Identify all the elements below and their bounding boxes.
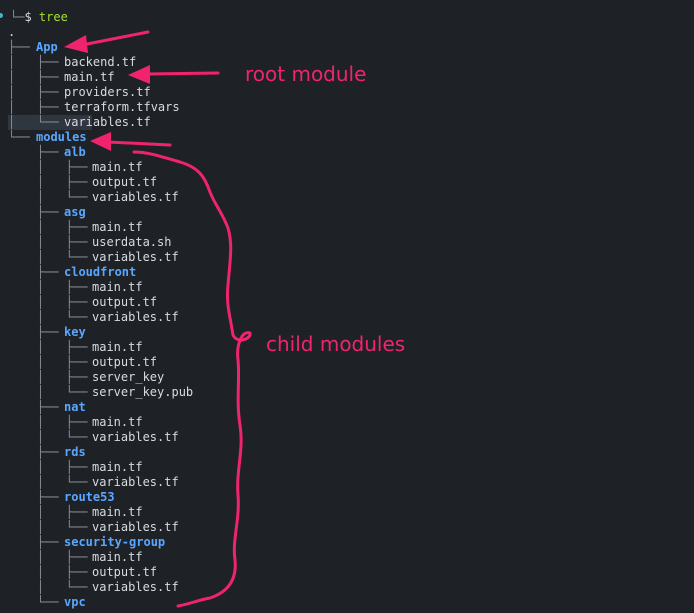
tree-guide: ├── [8,265,66,279]
tree-directory: cloudfront [64,265,137,279]
tree-guide: │ ├── [8,280,95,294]
tree-file: variables.tf [92,310,179,324]
tree-guide: │ ├── [8,85,66,99]
tree-directory: asg [64,205,86,219]
tree-file: providers.tf [64,85,151,99]
tree-directory: route53 [64,490,115,504]
tree-guide: │ └── [8,250,95,264]
tree-guide: │ ├── [8,295,95,309]
prompt-status-dot [0,13,3,18]
tree-guide: │ └── [8,475,95,489]
tree-guide: │ ├── [8,220,95,234]
tree-guide: │ ├── [8,370,95,384]
tree-guide: ├── [8,325,66,339]
tree-guide: │ └── [8,310,95,324]
tree-guide: ├── [8,205,66,219]
tree-file: variables.tf [92,520,179,534]
tree-file: main.tf [92,280,143,294]
prompt-arrow: └─ [10,10,25,24]
tree-root: . [8,25,16,39]
tree-guide: │ ├── [8,235,95,249]
tree-file: server_key [92,370,165,384]
tree-file: main.tf [92,340,143,354]
tree-directory: rds [64,445,86,459]
tree-guide: │ ├── [8,505,95,519]
tree-file: variables.tf [92,250,179,264]
tree-guide: ├── [8,535,66,549]
prompt-command: tree [38,10,68,24]
tree-directory: modules [36,130,87,144]
child-modules-label: child modules [266,332,406,356]
tree-guide: │ ├── [8,175,95,189]
tree-directory: vpc [64,595,86,609]
tree-guide: │ ├── [8,415,95,429]
prompt-line: └─$ tree [10,10,68,25]
tree-file: variables.tf [92,430,179,444]
prompt-symbol: $ [24,10,32,24]
arrow-to-app [64,30,150,53]
tree-guide: │ ├── [8,100,66,114]
tree-file: variables.tf [92,580,179,594]
tree-file: main.tf [64,70,115,84]
tree-guide: │ ├── [8,460,95,474]
tree-guide: │ ├── [8,70,66,84]
tree-file: userdata.sh [92,235,172,249]
tree-file: main.tf [92,160,143,174]
tree-guide: │ ├── [8,355,95,369]
tree-guide: └── [8,130,37,144]
arrow-to-main-tf [128,65,220,84]
tree-file: main.tf [92,550,143,564]
tree-guide: ├── [8,40,37,54]
tree-file: main.tf [92,220,143,234]
tree-file: server_key.pub [92,385,194,399]
tree-file: variables.tf [92,190,179,204]
tree-file: terraform.tfvars [64,100,180,114]
tree-file: main.tf [92,415,143,429]
tree-guide: │ ├── [8,160,95,174]
arrow-to-modules [90,132,172,151]
tree-guide: │ └── [8,580,95,594]
tree-guide: ├── [8,400,66,414]
root-module-label: root module [245,62,367,86]
tree-directory: security-group [64,535,166,549]
terminal-window: └─$ tree . ├── App │ ├── backend.tf │ ├── … [0,0,694,613]
tree-guide: │ ├── [8,340,95,354]
tree-file: output.tf [92,295,158,309]
tree-guide: │ ├── [8,550,95,564]
tree-file: main.tf [92,460,143,474]
tree-guide: ├── [8,490,66,504]
tree-directory: nat [64,400,86,414]
tree-guide: │ └── [8,115,66,129]
tree-file: backend.tf [64,55,137,69]
tree-guide: │ └── [8,520,95,534]
tree-file: output.tf [92,355,158,369]
tree-guide: │ └── [8,190,95,204]
tree-file: variables.tf [64,115,151,129]
tree-file: variables.tf [92,475,179,489]
tree-guide: ├── [8,445,66,459]
tree-guide: └── [8,595,66,609]
tree-directory: key [64,325,86,339]
tree-guide: │ └── [8,430,95,444]
tree-guide: │ └── [8,385,95,399]
tree-file: output.tf [92,175,158,189]
tree-guide: │ ├── [8,565,95,579]
tree-guide: │ ├── [8,55,66,69]
tree-directory: App [36,40,58,54]
tree-guide: ├── [8,145,66,159]
tree-file: main.tf [92,505,143,519]
tree-directory: alb [64,145,86,159]
tree-file: output.tf [92,565,158,579]
